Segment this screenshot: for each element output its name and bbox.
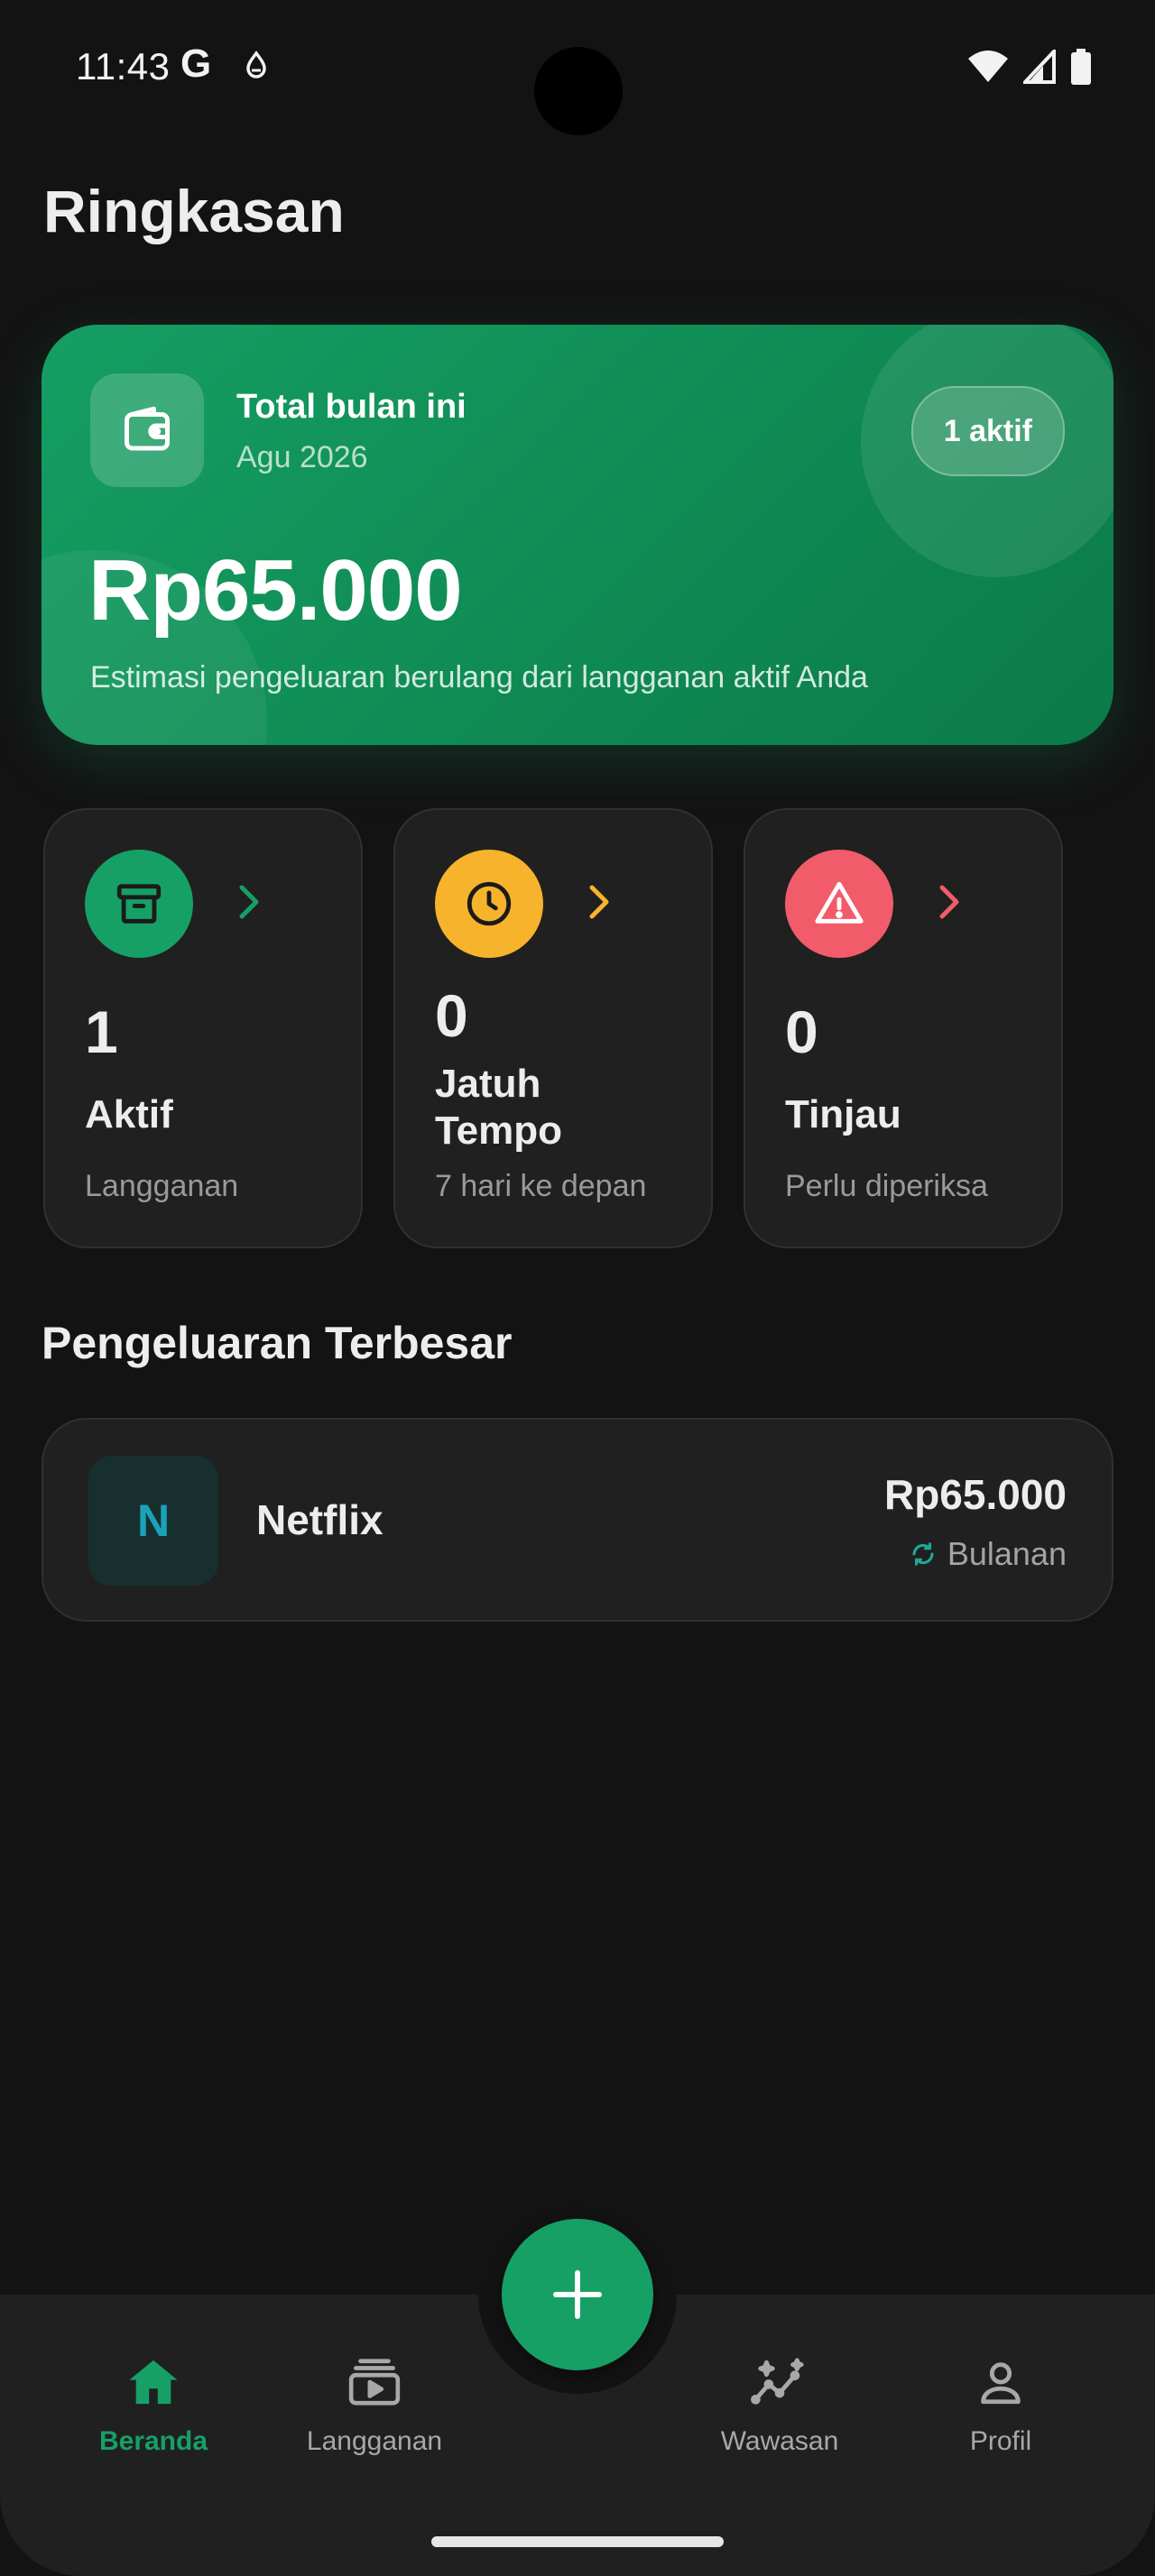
app-screen: 11:43 G Ringkasan Total bulan ini Agu 20… — [0, 0, 1155, 2576]
status-time: 11:43 — [76, 45, 171, 87]
stat-count: 1 — [85, 998, 118, 1065]
repeat-icon — [912, 1542, 934, 1566]
insights-icon — [689, 2349, 870, 2415]
wallet-icon — [90, 373, 204, 487]
clock-icon — [435, 850, 543, 958]
stat-card-due[interactable]: 0 Jatuh Tempo 7 hari ke depan — [393, 808, 713, 1248]
stat-sub: 7 hari ke depan — [435, 1169, 647, 1203]
summary-period: Agu 2026 — [236, 440, 368, 474]
service-name: Netflix — [256, 1496, 383, 1543]
active-count-badge: 1 aktif — [910, 386, 1065, 476]
page-title: Ringkasan — [43, 178, 345, 244]
summary-description: Estimasi pengeluaran berulang dari langg… — [90, 660, 868, 695]
home-icon — [63, 2349, 244, 2415]
stat-sub: Langganan — [85, 1169, 239, 1203]
subscriptions-icon — [284, 2349, 465, 2415]
nav-item-profil[interactable]: Profil — [910, 2349, 1091, 2457]
status-icons — [967, 49, 1092, 85]
plus-icon — [553, 2270, 602, 2319]
stat-card-review[interactable]: 0 Tinjau Perlu diperiksa — [744, 808, 1063, 1248]
nav-label: Profil — [969, 2426, 1032, 2456]
summary-amount: Rp65.000 — [88, 542, 463, 639]
stat-label: Jatuh Tempo — [435, 1062, 562, 1153]
stat-sub: Perlu diperiksa — [785, 1169, 988, 1203]
summary-title: Total bulan ini — [236, 388, 467, 426]
nav-item-langganan[interactable]: Langganan — [284, 2349, 465, 2457]
signal-icon — [1023, 50, 1056, 84]
stat-label: Tinjau — [785, 1092, 901, 1136]
monthly-summary-card: Total bulan ini Agu 2026 1 aktif Rp65.00… — [42, 325, 1113, 745]
billing-cycle-label: Bulanan — [947, 1535, 1067, 1572]
nav-item-wawasan[interactable]: Wawasan — [689, 2349, 870, 2457]
expense-row-netflix[interactable]: N Netflix Rp65.000 Bulanan — [42, 1418, 1113, 1622]
home-indicator[interactable] — [431, 2536, 724, 2547]
warning-icon — [785, 850, 893, 958]
location-icon — [244, 51, 269, 87]
stat-label: Aktif — [85, 1092, 173, 1136]
stat-count: 0 — [785, 998, 818, 1065]
service-price: Rp65.000 — [883, 1471, 1067, 1518]
wifi-icon — [968, 51, 1008, 82]
chevron-right-icon — [589, 885, 609, 919]
nav-label: Langganan — [306, 2426, 443, 2456]
billing-cycle: Bulanan — [910, 1535, 1067, 1573]
google-icon: G — [180, 41, 212, 86]
profile-icon — [910, 2349, 1091, 2415]
stat-card-active[interactable]: 1 Aktif Langganan — [43, 808, 363, 1248]
nav-label: Beranda — [98, 2426, 208, 2456]
add-subscription-button[interactable] — [502, 2219, 653, 2370]
nav-label: Wawasan — [720, 2426, 839, 2456]
archive-icon — [85, 850, 193, 958]
section-title: Pengeluaran Terbesar — [42, 1318, 513, 1368]
battery-icon — [1071, 49, 1091, 85]
nav-item-beranda[interactable]: Beranda — [63, 2349, 244, 2457]
camera-cutout — [534, 47, 623, 135]
chevron-right-icon — [239, 885, 259, 919]
stat-count: 0 — [435, 982, 468, 1049]
chevron-right-icon — [939, 885, 959, 919]
service-logo: N — [88, 1456, 218, 1586]
